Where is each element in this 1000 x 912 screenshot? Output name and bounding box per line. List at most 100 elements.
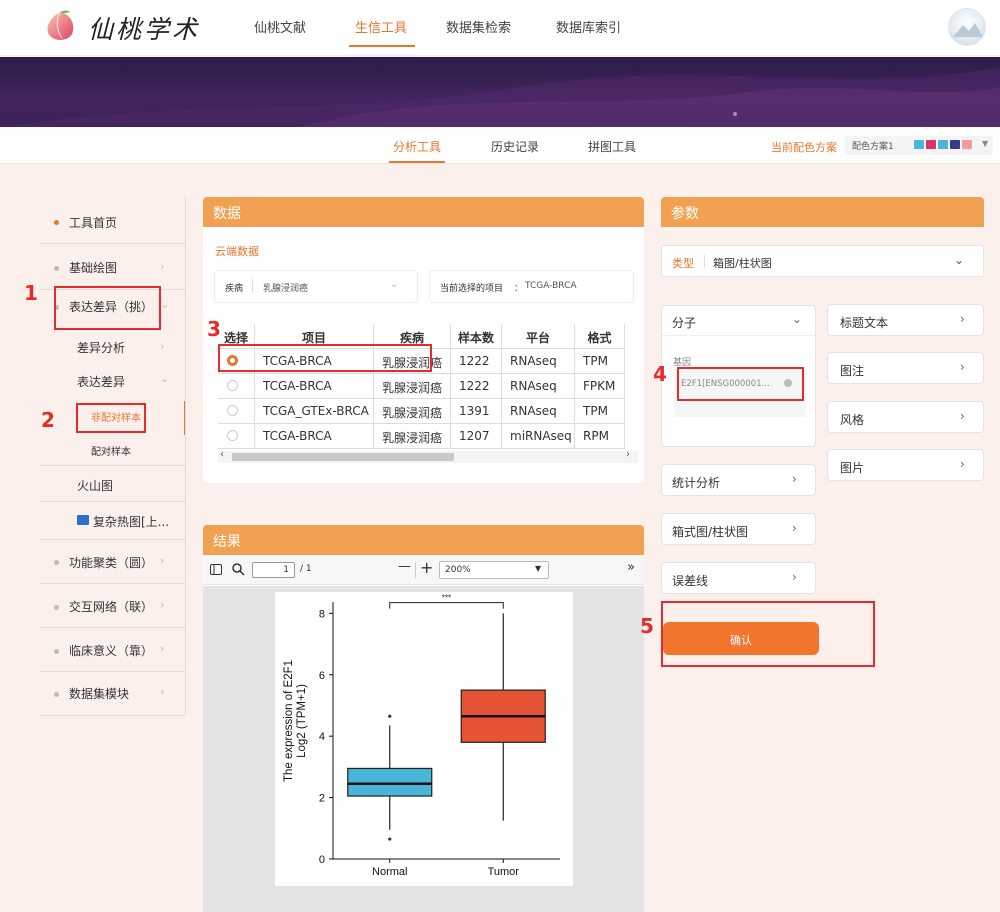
nav-item-database-index[interactable]: 数据库索引	[556, 17, 621, 36]
select-cell	[218, 424, 255, 449]
sidebar-item-expression-diff-sub[interactable]: 表达差异 ⌄	[40, 366, 186, 400]
logo-text[interactable]: 仙桃学术	[88, 10, 200, 46]
stat-analysis-label: 统计分析	[672, 476, 721, 490]
sidebar-item-label: 差异分析	[77, 341, 126, 355]
sidebar-item-basic-plot[interactable]: 基础绘图 ›	[40, 244, 186, 290]
disease-value: 乳腺浸润癌	[263, 284, 309, 294]
outlier-point	[388, 837, 392, 841]
chevron-right-icon: ›	[160, 260, 165, 273]
table-row[interactable]: TCGA-BRCA 乳腺浸润癌 1222 RNAseq FPKM	[218, 374, 628, 399]
sidebar-item-volcano[interactable]: 火山图	[40, 466, 186, 502]
chart-type-label: 类型	[672, 257, 694, 270]
y-axis-label-units: Log2 (TPM+1)	[296, 684, 308, 758]
style-section[interactable]: 风格 ›	[827, 401, 984, 433]
y-tick-label: 4	[319, 731, 325, 743]
molecule-header[interactable]: 分子 ⌄	[662, 306, 815, 336]
scroll-right-icon[interactable]: ›	[626, 449, 630, 460]
cloud-data-label[interactable]: 云端数据	[215, 243, 259, 259]
sidebar-item-diff-analysis[interactable]: 差异分析 ›	[40, 332, 186, 366]
table-header: 格式	[575, 324, 625, 349]
sidebar-item-function-cluster[interactable]: 功能聚类（圆） ›	[40, 540, 186, 584]
legend-label: 图注	[840, 364, 865, 378]
table-row[interactable]: TCGA-BRCA 乳腺浸润癌 1207 miRNAseq RPM	[218, 424, 628, 449]
current-project-box: 当前选择的项目 ： TCGA-BRCA	[429, 270, 634, 303]
user-avatar[interactable]	[948, 8, 986, 46]
scrollbar-thumb[interactable]	[232, 453, 454, 461]
current-project-value: TCGA-BRCA	[525, 281, 577, 291]
zoom-out-button[interactable]: —	[398, 559, 411, 574]
bullet-icon	[54, 220, 59, 225]
radio-button[interactable]	[227, 430, 238, 441]
chevron-right-icon: ›	[160, 642, 165, 655]
errorbar-section[interactable]: 误差线 ›	[661, 562, 816, 594]
sidebar-item-label: 交互网络（联）	[69, 600, 154, 614]
tab-puzzle-tools[interactable]: 拼图工具	[588, 138, 636, 155]
annotation-number-3: 3	[207, 317, 221, 341]
legend-section[interactable]: 图注 ›	[827, 352, 984, 384]
sidebar-item-home[interactable]: 工具首页	[40, 196, 186, 244]
stat-analysis-section[interactable]: 统计分析 ›	[661, 464, 816, 496]
current-project-label: 当前选择的项目	[440, 284, 504, 294]
peach-logo-icon[interactable]	[42, 8, 78, 44]
scroll-left-icon[interactable]: ‹	[220, 449, 224, 460]
color-swatch	[914, 140, 924, 149]
y-tick-label: 8	[319, 608, 325, 620]
image-section[interactable]: 图片 ›	[827, 449, 984, 481]
chevron-down-icon: ⌄	[160, 298, 170, 311]
sidebar: 工具首页 基础绘图 › 表达差异（挑） ⌄ 差异分析 › 表达差异 ⌄ 非配对样…	[40, 196, 186, 716]
zoom-value: 200%	[445, 565, 471, 575]
nav-active-indicator	[349, 45, 415, 47]
sub-navbar: 分析工具 历史记录 拼图工具 当前配色方案 配色方案1 ▼	[0, 127, 1000, 164]
pdf-page: 0 2 4 6 8 Normal Tumor *** The expression of E…	[275, 592, 573, 886]
box-normal	[347, 767, 433, 797]
nav-item-literature[interactable]: 仙桃文献	[254, 17, 306, 36]
sidebar-item-dataset-module[interactable]: 数据集模块 ›	[40, 672, 186, 716]
boxbar-section[interactable]: 箱式图/柱状图 ›	[661, 513, 816, 545]
more-tools-icon[interactable]: »	[627, 560, 635, 575]
zoom-select[interactable]: 200% ▼	[439, 561, 549, 579]
tab-history[interactable]: 历史记录	[491, 138, 539, 155]
table-row[interactable]: TCGA_GTEx-BRCA 乳腺浸润癌 1391 RNAseq TPM	[218, 399, 628, 424]
sidebar-item-interaction-network[interactable]: 交互网络（联） ›	[40, 584, 186, 628]
disease-select[interactable]: 疾病 乳腺浸润癌 ⌄	[214, 270, 418, 303]
disease-label: 疾病	[225, 284, 244, 294]
radio-button[interactable]	[227, 405, 238, 416]
color-swatch	[926, 140, 936, 149]
pdf-toolbar: 1 / 1 — + 200% ▼ »	[203, 555, 644, 585]
search-icon[interactable]	[232, 563, 245, 576]
result-panel: 结果 1 / 1 — + 200% ▼ » 0 2 4 6 8 Normal Tumor *…	[203, 525, 644, 912]
page-number-input[interactable]: 1	[252, 562, 295, 578]
sidebar-item-clinical[interactable]: 临床意义（靠） ›	[40, 628, 186, 672]
sidebar-item-paired-samples[interactable]: 配对样本	[40, 436, 186, 466]
tab-analysis-tools[interactable]: 分析工具	[393, 138, 441, 155]
zoom-in-button[interactable]: +	[420, 558, 433, 577]
chevron-down-icon: ⌄	[954, 253, 965, 267]
color-scheme-select[interactable]: 配色方案1 ▼	[845, 136, 993, 155]
radio-button[interactable]	[227, 380, 238, 391]
bullet-icon	[54, 605, 59, 610]
color-swatch	[950, 140, 960, 149]
sidebar-item-label: 临床意义（靠）	[69, 644, 154, 658]
y-tick-label: 0	[319, 854, 325, 866]
bullet-icon	[54, 560, 59, 565]
nav-item-dataset-search[interactable]: 数据集检索	[446, 17, 511, 36]
color-swatch	[938, 140, 948, 149]
annotation-box-3	[218, 344, 432, 372]
sidebar-item-complex-heatmap[interactable]: 复杂热图[上...	[40, 502, 186, 540]
horizontal-scrollbar[interactable]: ‹ ›	[218, 449, 638, 463]
divider	[252, 279, 253, 293]
select-cell	[218, 374, 255, 399]
table-cell: TCGA-BRCA	[255, 374, 374, 399]
nav-item-bioinfo-tools[interactable]: 生信工具	[355, 17, 407, 36]
sidebar-toggle-icon[interactable]	[210, 564, 222, 575]
chevron-right-icon: ›	[960, 457, 965, 471]
significance-label: ***	[442, 594, 451, 603]
annotation-number-4: 4	[653, 362, 667, 386]
title-text-section[interactable]: 标题文本 ›	[827, 304, 984, 336]
chart-type-select[interactable]: 类型 箱图/柱状图 ⌄	[661, 245, 984, 277]
chevron-right-icon: ›	[792, 472, 797, 486]
x-tick-label: Normal	[372, 866, 407, 878]
subnav-active-indicator	[389, 161, 445, 163]
table-cell: RNAseq	[502, 399, 575, 424]
table-cell: TPM	[575, 399, 625, 424]
